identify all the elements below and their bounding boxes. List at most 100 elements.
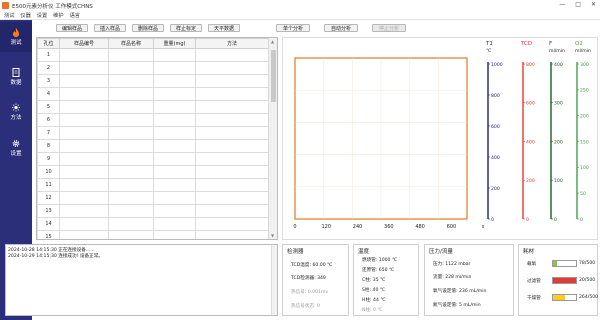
method-cell[interactable] — [195, 139, 269, 153]
sample-id-cell[interactable] — [59, 217, 109, 231]
sample-id-cell[interactable] — [59, 100, 109, 114]
weight-cell[interactable] — [153, 74, 196, 88]
table-row[interactable]: 2 — [37, 61, 269, 75]
sample-name-cell[interactable] — [108, 61, 154, 75]
method-cell[interactable] — [195, 87, 269, 101]
sample-id-cell[interactable] — [59, 178, 109, 192]
sample-name-cell[interactable] — [108, 100, 154, 114]
sample-id-cell[interactable] — [59, 87, 109, 101]
table-row[interactable]: 14 — [37, 217, 269, 231]
column-header-method[interactable]: 方法 — [195, 38, 269, 49]
table-row[interactable]: 1 — [37, 48, 269, 62]
table-scrollbar[interactable]: ▲ ▼ — [268, 38, 277, 239]
weight-cell[interactable] — [153, 87, 196, 101]
sample-id-cell[interactable] — [59, 204, 109, 218]
insert-sample-button[interactable]: 插入样品 — [94, 24, 126, 32]
method-cell[interactable] — [195, 74, 269, 88]
column-header-weight[interactable]: 重量(mg) — [153, 38, 196, 49]
weight-cell[interactable] — [153, 126, 196, 140]
sample-name-cell[interactable] — [108, 87, 154, 101]
column-header-sample-id[interactable]: 样品编号 — [59, 38, 109, 49]
method-cell[interactable] — [195, 217, 269, 231]
method-cell[interactable] — [195, 126, 269, 140]
table-row[interactable]: 4 — [37, 87, 269, 101]
table-row[interactable]: 11 — [37, 178, 269, 192]
sample-id-cell[interactable] — [59, 165, 109, 179]
nav-item-data[interactable]: 数据 — [0, 62, 32, 92]
sample-id-cell[interactable] — [59, 126, 109, 140]
sample-name-cell[interactable] — [108, 152, 154, 166]
delete-sample-button[interactable]: 删除样品 — [132, 24, 164, 32]
sample-name-cell[interactable] — [108, 178, 154, 192]
balance-data-button[interactable]: 天平数据 — [208, 24, 240, 32]
weight-cell[interactable] — [153, 191, 196, 205]
stop-analysis-button[interactable]: 停止分析 — [372, 24, 406, 32]
stop-calibration-button[interactable]: 样止标定 — [170, 24, 202, 32]
method-cell[interactable] — [195, 165, 269, 179]
sample-id-cell[interactable] — [59, 113, 109, 127]
sample-name-cell[interactable] — [108, 204, 154, 218]
column-header-sample-name[interactable]: 样品名称 — [108, 38, 154, 49]
sample-id-cell[interactable] — [59, 230, 109, 239]
nav-item-settings[interactable]: 设置 — [0, 133, 32, 163]
weight-cell[interactable] — [153, 217, 196, 231]
table-row[interactable]: 9 — [37, 152, 269, 166]
minimize-button[interactable]: — — [559, 1, 565, 8]
maximize-button[interactable]: □ — [575, 1, 581, 8]
table-row[interactable]: 15 — [37, 230, 269, 239]
weight-cell[interactable] — [153, 178, 196, 192]
edit-sample-button[interactable]: 编辑样品 — [56, 24, 88, 32]
table-row[interactable]: 6 — [37, 113, 269, 127]
sample-id-cell[interactable] — [59, 61, 109, 75]
single-analysis-button[interactable]: 单个分析 — [276, 24, 310, 32]
sample-name-cell[interactable] — [108, 74, 154, 88]
sample-name-cell[interactable] — [108, 113, 154, 127]
weight-cell[interactable] — [153, 61, 196, 75]
sample-id-cell[interactable] — [59, 48, 109, 62]
auto-analysis-button[interactable]: 自动分析 — [324, 24, 358, 32]
sample-id-cell[interactable] — [59, 152, 109, 166]
sample-id-cell[interactable] — [59, 74, 109, 88]
nav-item-method[interactable]: 方法 — [0, 97, 32, 127]
table-row[interactable]: 8 — [37, 139, 269, 153]
weight-cell[interactable] — [153, 100, 196, 114]
sample-name-cell[interactable] — [108, 126, 154, 140]
scroll-down-icon[interactable]: ▼ — [271, 233, 274, 238]
method-cell[interactable] — [195, 48, 269, 62]
menu-maintenance[interactable]: 维护 — [53, 12, 63, 19]
method-cell[interactable] — [195, 113, 269, 127]
close-button[interactable]: ✕ — [591, 1, 596, 8]
sample-name-cell[interactable] — [108, 48, 154, 62]
sample-name-cell[interactable] — [108, 217, 154, 231]
table-row[interactable]: 13 — [37, 204, 269, 218]
method-cell[interactable] — [195, 191, 269, 205]
sample-name-cell[interactable] — [108, 191, 154, 205]
scrollbar-thumb[interactable] — [271, 50, 276, 102]
method-cell[interactable] — [195, 61, 269, 75]
menu-instrument[interactable]: 仪器 — [20, 12, 30, 19]
weight-cell[interactable] — [153, 230, 196, 239]
weight-cell[interactable] — [153, 204, 196, 218]
table-row[interactable]: 12 — [37, 191, 269, 205]
table-row[interactable]: 7 — [37, 126, 269, 140]
nav-item-test[interactable]: 测试 — [0, 22, 32, 52]
sample-id-cell[interactable] — [59, 191, 109, 205]
method-cell[interactable] — [195, 152, 269, 166]
weight-cell[interactable] — [153, 139, 196, 153]
menu-language[interactable]: 语言 — [70, 12, 80, 19]
weight-cell[interactable] — [153, 48, 196, 62]
weight-cell[interactable] — [153, 165, 196, 179]
sample-name-cell[interactable] — [108, 165, 154, 179]
table-row[interactable]: 5 — [37, 100, 269, 114]
sample-id-cell[interactable] — [59, 139, 109, 153]
method-cell[interactable] — [195, 204, 269, 218]
menu-settings[interactable]: 设置 — [37, 12, 47, 19]
method-cell[interactable] — [195, 178, 269, 192]
scroll-up-icon[interactable]: ▲ — [271, 39, 274, 44]
menu-test[interactable]: 测试 — [4, 12, 14, 19]
table-row[interactable]: 3 — [37, 74, 269, 88]
column-header-position[interactable]: 孔位 — [37, 38, 60, 49]
weight-cell[interactable] — [153, 113, 196, 127]
log-scrollbar[interactable] — [271, 245, 277, 315]
sample-name-cell[interactable] — [108, 139, 154, 153]
